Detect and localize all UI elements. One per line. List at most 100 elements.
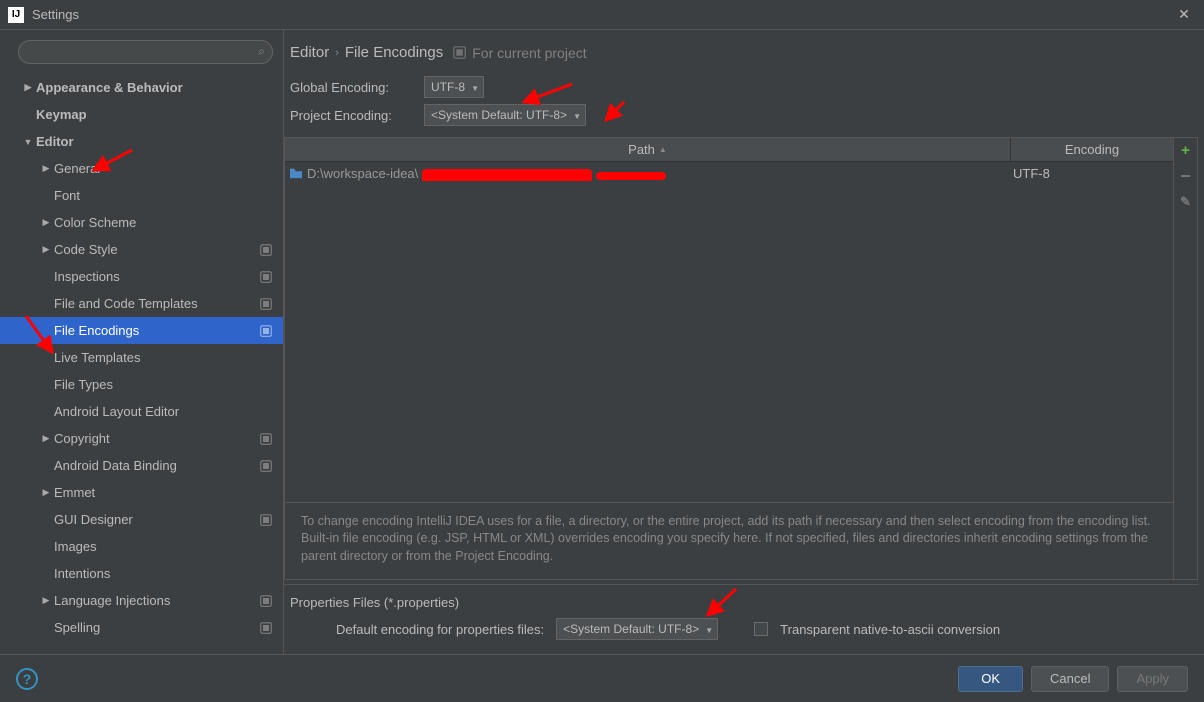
tree-item-android-layout-editor[interactable]: Android Layout Editor xyxy=(0,398,283,425)
cell-path: D:\workspace-idea\intellij-xxxx-xxxx-col… xyxy=(285,166,1011,181)
table-row[interactable]: D:\workspace-idea\intellij-xxxx-xxxx-col… xyxy=(285,162,1173,184)
close-icon[interactable]: ✕ xyxy=(1172,6,1196,23)
project-scope-icon xyxy=(259,432,273,446)
tree-item-label: Spelling xyxy=(54,620,259,635)
tree-item-file-encodings[interactable]: File Encodings xyxy=(0,317,283,344)
project-scope-icon xyxy=(259,243,273,257)
tree-item-spelling[interactable]: Spelling xyxy=(0,614,283,641)
project-scope-icon xyxy=(259,621,273,635)
project-encoding-label: Project Encoding: xyxy=(290,108,424,123)
app-icon: IJ xyxy=(8,7,24,23)
tree-item-label: Images xyxy=(54,539,283,554)
tree-item-label: GUI Designer xyxy=(54,512,259,527)
edit-button[interactable]: ✎ xyxy=(1178,194,1194,210)
tree-item-label: File Types xyxy=(54,377,283,392)
chevron-right-icon: ▶ xyxy=(20,82,36,93)
tree-item-gui-designer[interactable]: GUI Designer xyxy=(0,506,283,533)
dialog-footer: ? OK Cancel Apply xyxy=(0,654,1204,702)
settings-tree[interactable]: ▶Appearance & BehaviorKeymap▼Editor▶Gene… xyxy=(0,70,283,654)
tree-item-label: Color Scheme xyxy=(54,215,283,230)
settings-content: Editor › File Encodings For current proj… xyxy=(284,30,1204,654)
cancel-button[interactable]: Cancel xyxy=(1031,666,1109,692)
tree-item-label: Android Data Binding xyxy=(54,458,259,473)
tree-item-file-and-code-templates[interactable]: File and Code Templates xyxy=(0,290,283,317)
tree-item-label: Intentions xyxy=(54,566,283,581)
window-title: Settings xyxy=(32,7,1172,22)
tree-item-label: File and Code Templates xyxy=(54,296,259,311)
transparent-ascii-label: Transparent native-to-ascii conversion xyxy=(780,622,1000,637)
tree-item-keymap[interactable]: Keymap xyxy=(0,101,283,128)
column-header-path[interactable]: Path▲ xyxy=(285,138,1011,161)
sort-asc-icon: ▲ xyxy=(659,145,667,154)
apply-button[interactable]: Apply xyxy=(1117,666,1188,692)
chevron-right-icon: ▶ xyxy=(38,217,54,228)
tree-item-general[interactable]: ▶General xyxy=(0,155,283,182)
tree-item-language-injections[interactable]: ▶Language Injections xyxy=(0,587,283,614)
chevron-right-icon: ▶ xyxy=(38,163,54,174)
project-scope-icon xyxy=(259,459,273,473)
tree-item-file-types[interactable]: File Types xyxy=(0,371,283,398)
tree-item-label: Font xyxy=(54,188,283,203)
tree-item-copyright[interactable]: ▶Copyright xyxy=(0,425,283,452)
tree-item-code-style[interactable]: ▶Code Style xyxy=(0,236,283,263)
tree-item-editor[interactable]: ▼Editor xyxy=(0,128,283,155)
settings-sidebar: ⌕ ▶Appearance & BehaviorKeymap▼Editor▶Ge… xyxy=(0,30,284,654)
global-encoding-dropdown[interactable]: UTF-8▼ xyxy=(424,76,484,98)
tree-item-label: General xyxy=(54,161,283,176)
tree-item-intentions[interactable]: Intentions xyxy=(0,560,283,587)
tree-item-label: Android Layout Editor xyxy=(54,404,283,419)
breadcrumb: Editor › File Encodings For current proj… xyxy=(290,44,1198,73)
folder-icon xyxy=(289,167,303,179)
tree-item-live-templates[interactable]: Live Templates xyxy=(0,344,283,371)
default-props-encoding-label: Default encoding for properties files: xyxy=(336,622,544,637)
table-toolbar: + − ✎ xyxy=(1173,138,1197,579)
tree-item-label: Inspections xyxy=(54,269,259,284)
tree-item-font[interactable]: Font xyxy=(0,182,283,209)
search-input[interactable] xyxy=(18,40,273,64)
project-scope-icon xyxy=(259,270,273,284)
tree-item-images[interactable]: Images xyxy=(0,533,283,560)
breadcrumb-page: File Encodings xyxy=(345,44,443,61)
tree-item-label: Language Injections xyxy=(54,593,259,608)
caret-down-icon: ▼ xyxy=(705,626,713,635)
tree-item-emmet[interactable]: ▶Emmet xyxy=(0,479,283,506)
properties-section-title: Properties Files (*.properties) xyxy=(290,595,1198,618)
tree-item-label: File Encodings xyxy=(54,323,259,338)
project-scope-icon xyxy=(259,513,273,527)
column-header-encoding[interactable]: Encoding xyxy=(1011,138,1173,161)
ok-button[interactable]: OK xyxy=(958,666,1023,692)
chevron-right-icon: ▶ xyxy=(38,595,54,606)
encoding-table: Path▲ Encoding D:\workspace-idea\intelli… xyxy=(284,137,1198,580)
chevron-down-icon: ▼ xyxy=(20,137,36,147)
tree-item-inspections[interactable]: Inspections xyxy=(0,263,283,290)
chevron-right-icon: ▶ xyxy=(38,244,54,255)
help-button[interactable]: ? xyxy=(16,668,38,690)
caret-down-icon: ▼ xyxy=(471,84,479,93)
transparent-ascii-checkbox[interactable] xyxy=(754,622,768,636)
tree-item-color-scheme[interactable]: ▶Color Scheme xyxy=(0,209,283,236)
breadcrumb-root: Editor xyxy=(290,44,329,61)
tree-item-label: Live Templates xyxy=(54,350,283,365)
tree-item-appearance-behavior[interactable]: ▶Appearance & Behavior xyxy=(0,74,283,101)
caret-down-icon: ▼ xyxy=(573,112,581,121)
cell-encoding[interactable]: UTF-8 xyxy=(1011,166,1173,181)
chevron-right-icon: ▶ xyxy=(38,433,54,444)
tree-item-android-data-binding[interactable]: Android Data Binding xyxy=(0,452,283,479)
remove-button[interactable]: − xyxy=(1178,168,1194,184)
tree-item-label: Editor xyxy=(36,134,283,149)
breadcrumb-subtitle: For current project xyxy=(472,45,586,61)
add-button[interactable]: + xyxy=(1178,142,1194,158)
titlebar: IJ Settings ✕ xyxy=(0,0,1204,30)
default-props-encoding-dropdown[interactable]: <System Default: UTF-8>▼ xyxy=(556,618,718,640)
tree-item-label: Copyright xyxy=(54,431,259,446)
chevron-right-icon: › xyxy=(335,47,339,59)
project-scope-icon xyxy=(453,46,466,59)
tree-item-label: Appearance & Behavior xyxy=(36,80,283,95)
global-encoding-label: Global Encoding: xyxy=(290,80,424,95)
encoding-hint: To change encoding IntelliJ IDEA uses fo… xyxy=(285,503,1173,580)
tree-item-label: Keymap xyxy=(36,107,283,122)
chevron-right-icon: ▶ xyxy=(38,487,54,498)
project-scope-icon xyxy=(259,594,273,608)
project-scope-icon xyxy=(259,297,273,311)
project-encoding-dropdown[interactable]: <System Default: UTF-8>▼ xyxy=(424,104,586,126)
